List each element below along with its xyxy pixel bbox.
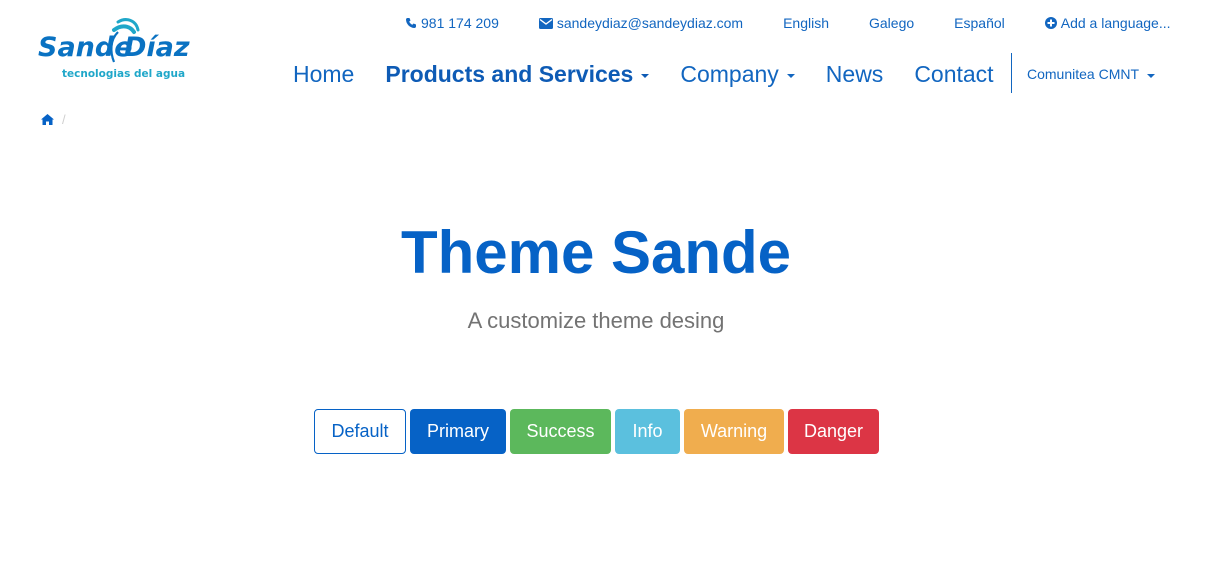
phone-link[interactable]: 981 174 209 — [405, 15, 499, 31]
add-language-link[interactable]: Add a language... — [1044, 15, 1171, 31]
top-bar: 981 174 209 sandeydiaz@sandeydiaz.com En… — [405, 14, 1171, 32]
nav-home-label: Home — [293, 60, 355, 87]
caret-down-icon — [786, 73, 795, 78]
button-row: Default Primary Success Info Warning Dan… — [314, 409, 879, 454]
brand-name-1: Sande — [38, 32, 133, 63]
envelope-icon — [538, 17, 553, 29]
brand-tagline: tecnologias del agua — [62, 68, 185, 80]
language-galego[interactable]: Galego — [869, 15, 914, 31]
nav-divider — [1011, 53, 1012, 93]
plus-circle-icon — [1044, 17, 1057, 29]
phone-icon — [406, 18, 416, 28]
email-text: sandeydiaz@sandeydiaz.com — [556, 15, 744, 31]
main-nav: Home Products and Services Company News … — [293, 54, 1025, 94]
home-icon[interactable] — [41, 114, 54, 125]
nav-news-label: News — [825, 60, 884, 87]
community-menu[interactable]: Comunitea CMNT — [1027, 66, 1156, 82]
nav-contact[interactable]: Contact — [914, 61, 993, 88]
primary-button[interactable]: Primary — [410, 409, 506, 454]
caret-down-icon — [641, 73, 650, 78]
email-link[interactable]: sandeydiaz@sandeydiaz.com — [538, 15, 744, 31]
nav-products-services[interactable]: Products and Services — [385, 60, 650, 88]
brand-logo[interactable]: Sande Díaz tecnologias del agua — [38, 18, 208, 84]
info-button[interactable]: Info — [615, 409, 680, 454]
danger-button[interactable]: Danger — [788, 409, 879, 454]
caret-down-icon — [1147, 73, 1156, 78]
add-language-text: Add a language... — [1060, 15, 1171, 31]
nav-home[interactable]: Home — [293, 61, 354, 88]
phone-text: 981 174 209 — [421, 15, 499, 31]
language-espanol[interactable]: Español — [954, 15, 1005, 31]
nav-contact-label: Contact — [914, 60, 994, 87]
hero-title: Theme Sande — [400, 219, 792, 286]
warning-button[interactable]: Warning — [684, 409, 784, 454]
nav-products-label: Products and Services — [385, 60, 634, 87]
success-button[interactable]: Success — [510, 409, 611, 454]
community-label: Comunitea CMNT — [1027, 66, 1140, 82]
nav-company[interactable]: Company — [680, 60, 795, 88]
language-english[interactable]: English — [783, 15, 829, 31]
brand-name-2: Díaz — [124, 32, 190, 63]
default-button[interactable]: Default — [314, 409, 406, 454]
hero-subtitle: A customize theme desing — [467, 308, 725, 333]
breadcrumb-separator: / — [62, 112, 66, 127]
nav-company-label: Company — [680, 60, 779, 87]
nav-news[interactable]: News — [826, 61, 884, 88]
breadcrumb: / — [41, 112, 66, 127]
